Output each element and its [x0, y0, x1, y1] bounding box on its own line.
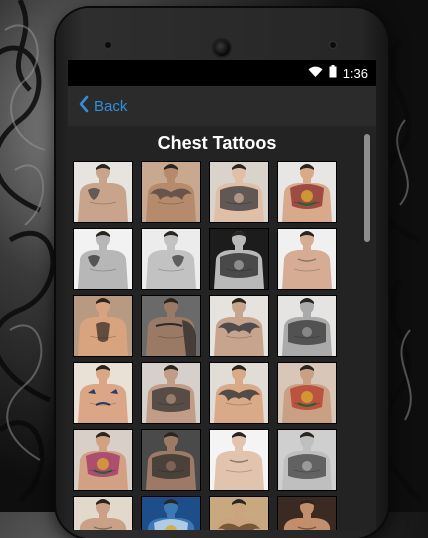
- tattoo-thumbnail[interactable]: [142, 229, 200, 289]
- front-camera: [214, 40, 230, 56]
- tattoo-thumbnail[interactable]: [210, 430, 268, 490]
- status-time: 1:36: [342, 65, 368, 81]
- phone-frame: 1:36 Back Chest Tattoos: [56, 8, 388, 538]
- tattoo-thumbnail[interactable]: [142, 363, 200, 423]
- scrollbar[interactable]: [364, 134, 370, 242]
- tattoo-thumbnail[interactable]: [74, 229, 132, 289]
- tattoo-thumbnail[interactable]: [210, 296, 268, 356]
- tattoo-thumbnail[interactable]: [142, 430, 200, 490]
- gallery-content: Chest Tattoos: [68, 126, 376, 530]
- chevron-left-icon: [78, 95, 90, 117]
- battery-icon: [329, 65, 337, 81]
- tattoo-thumbnail[interactable]: [142, 162, 200, 222]
- tattoo-thumbnail[interactable]: [74, 363, 132, 423]
- proximity-sensor: [105, 42, 111, 48]
- status-bar: 1:36: [68, 60, 376, 86]
- tattoo-thumbnail[interactable]: [210, 497, 268, 530]
- tattoo-thumbnail[interactable]: [278, 363, 336, 423]
- tattoo-thumbnail[interactable]: [142, 497, 200, 530]
- tattoo-thumbnail[interactable]: [278, 296, 336, 356]
- tattoo-thumbnail[interactable]: [142, 296, 200, 356]
- phone-screen: 1:36 Back Chest Tattoos: [68, 60, 376, 530]
- tattoo-thumbnail[interactable]: [74, 162, 132, 222]
- tattoo-thumbnail[interactable]: [278, 229, 336, 289]
- tattoo-thumbnail[interactable]: [210, 162, 268, 222]
- thumbnail-grid: [68, 162, 376, 530]
- tattoo-thumbnail[interactable]: [278, 162, 336, 222]
- back-button[interactable]: Back: [78, 95, 127, 117]
- action-bar: Back: [68, 86, 376, 127]
- tattoo-thumbnail[interactable]: [278, 497, 336, 530]
- back-label: Back: [94, 97, 128, 115]
- tattoo-thumbnail[interactable]: [210, 229, 268, 289]
- tattoo-thumbnail[interactable]: [74, 430, 132, 490]
- light-sensor: [330, 42, 336, 48]
- tattoo-thumbnail[interactable]: [210, 363, 268, 423]
- page-title: Chest Tattoos: [157, 133, 277, 153]
- tattoo-thumbnail[interactable]: [278, 430, 336, 490]
- wifi-icon: [308, 66, 323, 81]
- tattoo-thumbnail[interactable]: [74, 497, 132, 530]
- tattoo-thumbnail[interactable]: [74, 296, 132, 356]
